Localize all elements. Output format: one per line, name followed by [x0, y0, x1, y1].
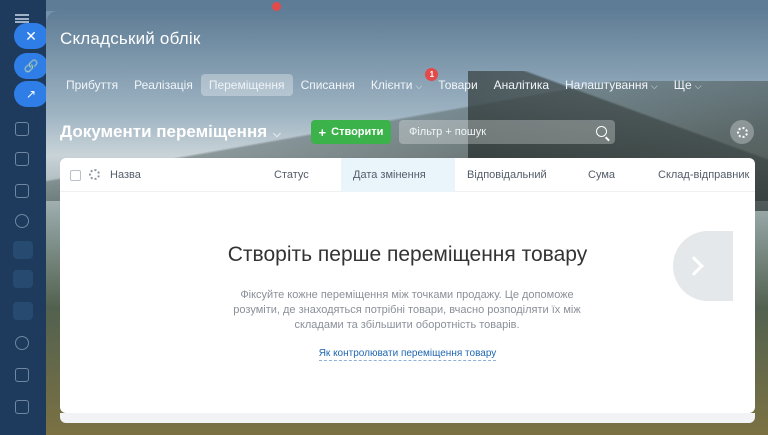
help-link-wrap: Як контролювати переміщення товару	[60, 348, 755, 361]
top-tabs: Прибуття Реалізація Переміщення Списання…	[58, 68, 710, 97]
menu-icon[interactable]	[15, 14, 29, 23]
app-title: Складський облік	[60, 29, 201, 48]
close-slider-button[interactable]: ✕	[14, 23, 48, 49]
users-icon[interactable]	[15, 336, 29, 350]
filter-search[interactable]	[399, 120, 615, 144]
select-all-checkbox[interactable]	[70, 170, 81, 181]
plus-icon: +	[318, 124, 327, 140]
copy-link-button[interactable]: 🔗	[14, 53, 48, 79]
column-status[interactable]: Статус	[274, 158, 344, 192]
rail-item[interactable]	[13, 302, 33, 320]
grid-footer	[60, 413, 755, 423]
tab-clients[interactable]: Клієнти ⌵ 1	[363, 68, 439, 96]
background-header	[46, 0, 768, 11]
column-date-modified[interactable]: Дата змінення	[341, 158, 455, 192]
column-name[interactable]: Назва	[110, 158, 260, 192]
tab-sales[interactable]: Реалізація	[126, 74, 201, 96]
slider-window: Складський облік Прибуття Реалізація Пер…	[46, 11, 768, 435]
tab-more[interactable]: Ще ⌵	[666, 74, 710, 96]
tab-arrivals[interactable]: Прибуття	[58, 74, 126, 96]
chevron-right-icon	[684, 256, 704, 276]
left-rail: ✕ 🔗 ↗	[0, 0, 48, 435]
tab-writeoffs[interactable]: Списання	[293, 74, 363, 96]
close-icon: ✕	[25, 27, 37, 44]
open-new-window-button[interactable]: ↗	[14, 81, 48, 107]
notification-dot	[272, 2, 281, 11]
calendar-icon[interactable]	[15, 152, 29, 166]
rail-item[interactable]	[13, 241, 33, 259]
page-title[interactable]: Документи переміщення ⌵	[60, 122, 281, 142]
contacts-icon[interactable]	[15, 368, 29, 382]
column-sender-warehouse[interactable]: Склад-відправник	[658, 158, 755, 192]
tab-analytics[interactable]: Аналітика	[486, 74, 557, 96]
chevron-down-icon: ⌵	[415, 81, 423, 91]
external-link-icon: ↗	[25, 87, 37, 101]
create-button[interactable]: + Створити	[311, 120, 391, 144]
help-link[interactable]: Як контролювати переміщення товару	[318, 348, 497, 361]
target-icon[interactable]	[15, 214, 29, 228]
empty-state-title: Створіть перше переміщення товару	[227, 243, 588, 266]
search-input[interactable]	[399, 120, 589, 144]
chevron-down-icon: ⌵	[650, 81, 658, 91]
empty-state-text: Фіксуйте кожне переміщення між точками п…	[233, 289, 581, 331]
chat-icon[interactable]	[15, 184, 29, 198]
search-icon[interactable]	[596, 126, 607, 137]
gear-icon	[736, 126, 748, 138]
column-settings-icon[interactable]	[89, 169, 100, 180]
tab-transfers[interactable]: Переміщення	[200, 74, 293, 96]
chevron-down-icon: ⌵	[273, 129, 281, 140]
chevron-down-icon: ⌵	[694, 81, 702, 91]
link-icon: 🔗	[23, 59, 39, 73]
tab-settings[interactable]: Налаштування ⌵	[557, 74, 666, 96]
tasks-icon[interactable]	[15, 122, 29, 136]
column-sum[interactable]: Сума	[588, 158, 648, 192]
toolbar: Документи переміщення ⌵ + Створити	[60, 119, 760, 147]
tab-products[interactable]: Товари	[430, 74, 485, 96]
page-settings-button[interactable]	[730, 120, 754, 144]
grid-header: Назва Статус Дата змінення Відповідальни…	[60, 158, 755, 192]
column-responsible[interactable]: Відповідальний	[467, 158, 577, 192]
grid-panel: Назва Статус Дата змінення Відповідальни…	[60, 158, 755, 413]
rail-item[interactable]	[13, 270, 33, 288]
mail-icon[interactable]	[15, 400, 29, 414]
